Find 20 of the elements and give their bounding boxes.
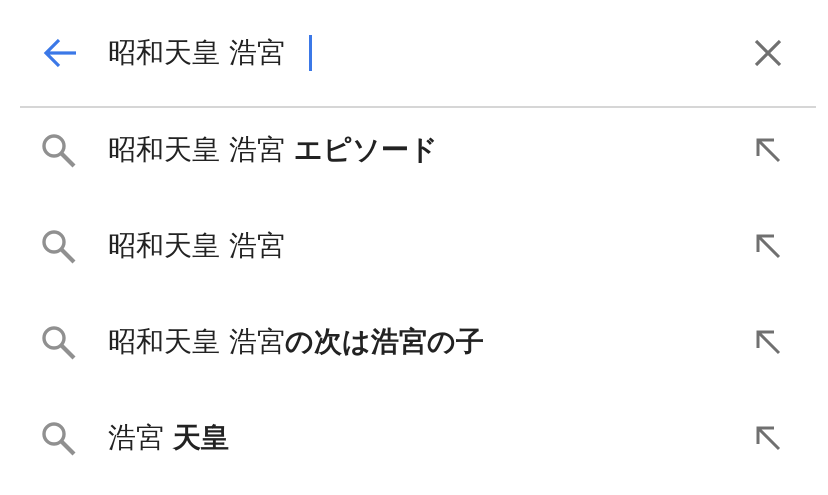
arrow-up-left-icon[interactable]: [755, 233, 781, 259]
arrow-up-left-icon[interactable]: [755, 425, 781, 451]
arrow-up-left-icon[interactable]: [755, 137, 781, 163]
suggestion-row[interactable]: 昭和天皇 浩宮: [0, 198, 828, 294]
search-icon: [40, 132, 76, 168]
suggestion-text: 昭和天皇 浩宮の次は浩宮の子: [108, 324, 485, 360]
suggestion-row[interactable]: 昭和天皇 浩宮の次は浩宮の子: [0, 294, 828, 390]
back-arrow-icon[interactable]: [43, 38, 77, 68]
search-icon: [40, 324, 76, 360]
close-icon[interactable]: [754, 39, 782, 67]
suggestion-text: 昭和天皇 浩宮 エピソード: [108, 132, 439, 168]
arrow-up-left-icon[interactable]: [755, 329, 781, 355]
query-text[interactable]: 昭和天皇 浩宮: [108, 34, 285, 72]
text-caret: [308, 35, 312, 71]
suggestion-row[interactable]: 昭和天皇 浩宮 エピソード: [0, 102, 828, 198]
suggestion-row[interactable]: 浩宮 天皇: [0, 390, 828, 486]
suggestion-text: 昭和天皇 浩宮: [108, 228, 286, 264]
suggestion-text: 浩宮 天皇: [108, 420, 230, 456]
search-icon: [40, 228, 76, 264]
search-icon: [40, 420, 76, 456]
